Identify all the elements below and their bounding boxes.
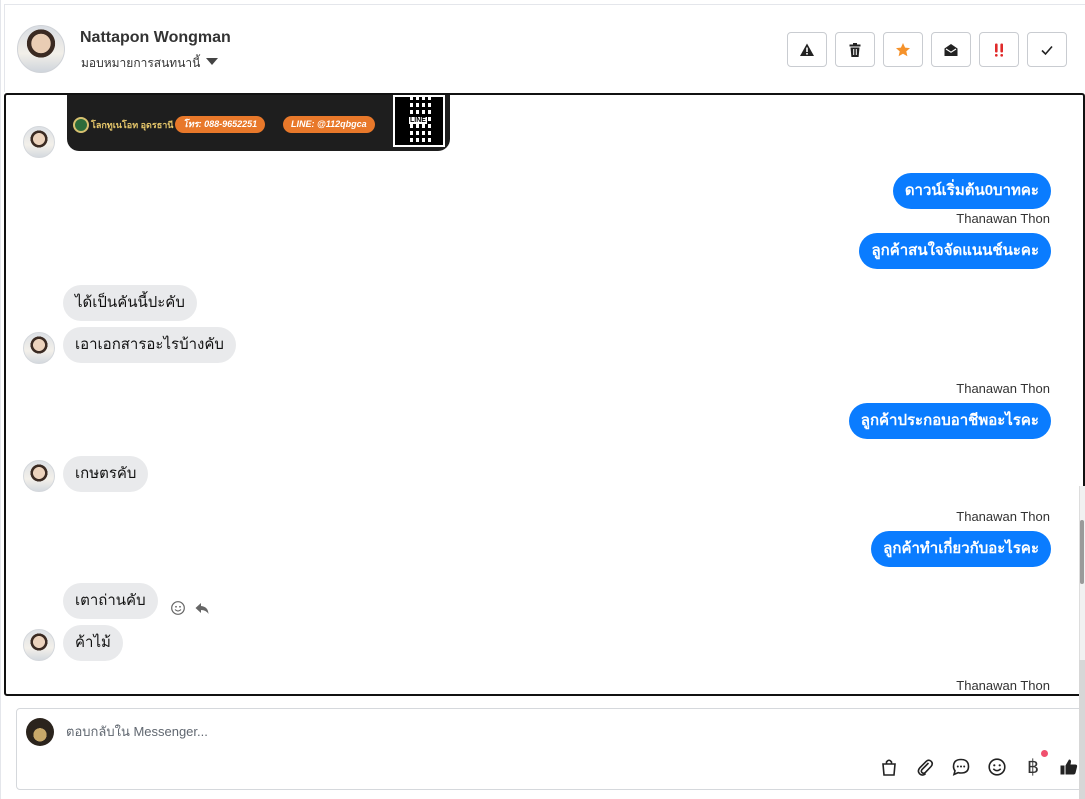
- scrollbar-thumb[interactable]: [1080, 520, 1084, 584]
- mark-unread-button[interactable]: [931, 32, 971, 67]
- outgoing-message[interactable]: ดาวน์เริ่มต้น0บาทคะ: [892, 173, 1051, 209]
- delete-button[interactable]: [835, 32, 875, 67]
- contact-name[interactable]: Nattapon Wongman: [80, 29, 231, 47]
- shopping-bag-button[interactable]: [878, 756, 900, 778]
- shopping-bag-icon: [882, 759, 896, 776]
- emoji-button[interactable]: [986, 756, 1008, 778]
- sender-name: Thanawan Thon: [956, 678, 1050, 693]
- paperclip-icon: [917, 759, 934, 776]
- qr-label: LINE: [409, 117, 427, 124]
- contact-avatar-small[interactable]: [23, 460, 55, 492]
- contact-avatar-small[interactable]: [23, 629, 55, 661]
- sender-name: Thanawan Thon: [956, 211, 1050, 226]
- assign-conversation-dropdown[interactable]: มอบหมายการสนทนานี้: [81, 54, 219, 73]
- conversation-header: Nattapon Wongman มอบหมายการสนทนานี้: [4, 4, 1085, 92]
- contact-avatar[interactable]: [17, 25, 65, 73]
- warning-icon: [800, 43, 814, 56]
- incoming-message[interactable]: เตาถ่านคับ: [63, 583, 158, 619]
- message-thread[interactable]: โลกทูเนโอท อุดรธานี โทร: 088-9652251 LIN…: [4, 93, 1085, 696]
- spam-button[interactable]: [787, 32, 827, 67]
- done-button[interactable]: [1027, 32, 1067, 67]
- contact-avatar-small[interactable]: [23, 332, 55, 364]
- caret-down-icon: [206, 58, 219, 65]
- composer-tools: ฿: [878, 750, 1080, 778]
- reply-icon[interactable]: [194, 600, 210, 616]
- reply-composer: ฿: [16, 708, 1085, 790]
- baht-icon: ฿: [1026, 756, 1040, 778]
- double-exclamation-icon: [995, 43, 1003, 57]
- trash-icon: [849, 42, 861, 57]
- outgoing-message[interactable]: ลูกค้าประกอบอาชีพอะไรคะ: [848, 403, 1051, 439]
- contact-avatar-small[interactable]: [23, 126, 55, 158]
- banner-brand: โลกทูเนโอท อุดรธานี: [91, 120, 174, 130]
- sender-name: Thanawan Thon: [956, 381, 1050, 396]
- brand-logo-icon: [73, 117, 89, 133]
- outgoing-message[interactable]: ลูกค้าทำเกี่ยวกับอะไรคะ: [871, 531, 1051, 567]
- star-icon: [896, 42, 910, 56]
- incoming-message[interactable]: เกษตรคับ: [63, 456, 149, 492]
- header-actions: [787, 32, 1067, 67]
- payment-button[interactable]: ฿: [1022, 750, 1048, 778]
- envelope-open-icon: [944, 43, 958, 56]
- sender-name: Thanawan Thon: [956, 509, 1050, 524]
- notification-dot: [1041, 750, 1048, 757]
- assign-label: มอบหมายการสนทนานี้: [81, 56, 201, 70]
- star-button[interactable]: [883, 32, 923, 67]
- saved-replies-button[interactable]: [950, 756, 972, 778]
- incoming-message[interactable]: ได้เป็นคันนี้ปะคับ: [63, 285, 197, 321]
- message-actions: [170, 600, 210, 616]
- banner-phone: โทร: 088-9652251: [175, 116, 266, 133]
- thumbs-up-icon: [1060, 759, 1078, 775]
- image-attachment[interactable]: โลกทูเนโอท อุดรธานี โทร: 088-9652251 LIN…: [67, 95, 450, 151]
- saved-reply-icon: [952, 758, 970, 776]
- like-button[interactable]: [1058, 756, 1080, 778]
- react-emoji-icon[interactable]: [170, 600, 186, 616]
- page-avatar: [26, 718, 54, 746]
- reply-input[interactable]: [66, 724, 866, 739]
- check-icon: [1041, 45, 1053, 55]
- scrollbar-track-lower[interactable]: [1079, 660, 1085, 799]
- emoji-icon: [988, 758, 1006, 776]
- outgoing-message[interactable]: ลูกค้าสนใจจัดแนนช์นะคะ: [859, 233, 1051, 269]
- left-border: [0, 0, 1, 799]
- attach-button[interactable]: [914, 756, 936, 778]
- incoming-message[interactable]: เอาเอกสารอะไรบ้างคับ: [63, 327, 236, 363]
- incoming-message[interactable]: ค้าไม้: [63, 625, 123, 661]
- banner-line: LINE: @112qbgca: [283, 116, 375, 133]
- important-button[interactable]: [979, 32, 1019, 67]
